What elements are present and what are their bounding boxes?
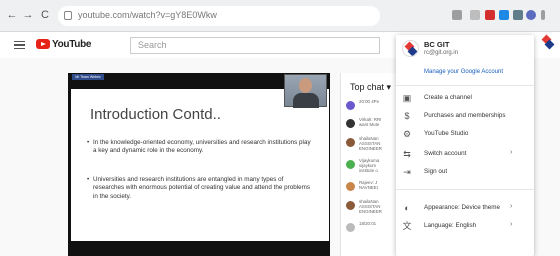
menu-item-label: Purchases and memberships bbox=[424, 112, 506, 119]
slide-tag: Mr Team Webex bbox=[72, 74, 104, 80]
menu-divider bbox=[396, 189, 534, 190]
menu-item-label: Language: English bbox=[424, 222, 477, 229]
menu-divider bbox=[396, 85, 534, 86]
chat-text: 20:00 4Pe bbox=[359, 99, 380, 104]
youtube-logo-icon[interactable] bbox=[36, 39, 50, 49]
url-text: youtube.com/watch?v=gY8E0Wkw bbox=[78, 10, 217, 20]
avatar[interactable] bbox=[346, 138, 355, 147]
account-menu: BC GIT rc@git.org.in Manage your Google … bbox=[396, 35, 534, 256]
search-input[interactable]: Search bbox=[130, 37, 380, 54]
speaker-head bbox=[299, 78, 312, 93]
chat-title[interactable]: Top chat ▾ bbox=[350, 82, 391, 93]
menu-item-label: YouTube Studio bbox=[424, 130, 469, 137]
reload-icon[interactable]: C bbox=[39, 9, 51, 21]
lock-icon bbox=[64, 11, 72, 20]
browser-toolbar: ← → C youtube.com/watch?v=gY8E0Wkw bbox=[0, 0, 560, 32]
menu-item[interactable]: ▣ Create a channel bbox=[396, 91, 534, 107]
avatar[interactable] bbox=[346, 201, 355, 210]
profile-icon[interactable] bbox=[526, 10, 536, 20]
menu-item-label: Appearance: Device theme bbox=[424, 204, 500, 211]
back-icon[interactable]: ← bbox=[6, 9, 18, 21]
account-name: BC GIT bbox=[424, 40, 450, 49]
menu-item[interactable]: ◐ Appearance: Device theme › bbox=[396, 201, 534, 217]
extension-icon[interactable] bbox=[452, 10, 462, 20]
menu-item-label: Sign out bbox=[424, 168, 448, 175]
extension-icon[interactable] bbox=[513, 10, 523, 20]
avatar[interactable] bbox=[346, 119, 355, 128]
sign-out-icon: ⇥ bbox=[403, 167, 411, 177]
extension-icon[interactable] bbox=[499, 10, 509, 20]
studio-gear-icon: ⚙ bbox=[402, 129, 412, 139]
menu-item-label: Switch account bbox=[424, 150, 467, 157]
avatar[interactable] bbox=[346, 101, 355, 110]
slide-bullet: Universities and research institutions a… bbox=[87, 176, 312, 201]
slide-bullet: In the knowledge-oriented economy, unive… bbox=[87, 139, 312, 156]
menu-item[interactable]: ⚙ YouTube Studio bbox=[396, 127, 534, 143]
chevron-right-icon: › bbox=[510, 149, 513, 156]
menu-icon[interactable] bbox=[14, 41, 25, 49]
menu-item[interactable]: ⇆ Switch account › bbox=[396, 147, 534, 163]
chat-text: 18/20:01 bbox=[359, 221, 377, 226]
speaker-thumbnail bbox=[284, 74, 327, 108]
menu-item[interactable]: $ Purchases and memberships bbox=[396, 109, 534, 125]
chat-text: ENGINEER bbox=[359, 209, 382, 214]
menu-item[interactable]: 文 Language: English › bbox=[396, 219, 534, 235]
language-icon: 文 bbox=[402, 221, 412, 231]
account-avatar bbox=[402, 40, 419, 57]
create-channel-icon: ▣ bbox=[402, 93, 412, 103]
forward-icon[interactable]: → bbox=[22, 9, 34, 21]
chat-text: institute o bbox=[359, 168, 378, 173]
chevron-right-icon: › bbox=[510, 203, 513, 210]
extension-icon[interactable] bbox=[470, 10, 480, 20]
chevron-down-icon[interactable]: ▾ bbox=[387, 82, 392, 92]
appearance-icon: ◐ bbox=[404, 203, 410, 213]
chevron-right-icon: › bbox=[510, 221, 513, 228]
avatar[interactable] bbox=[346, 223, 355, 232]
chat-text: ENGINEER bbox=[359, 146, 382, 151]
search-placeholder: Search bbox=[138, 40, 167, 50]
chat-title-label: Top chat bbox=[350, 82, 385, 92]
slide-title: Introduction Contd.. bbox=[90, 106, 221, 123]
extension-icon[interactable] bbox=[485, 10, 495, 20]
youtube-logo-text[interactable]: YouTube bbox=[52, 39, 92, 50]
org-logo-icon bbox=[541, 34, 555, 50]
account-email: rc@git.org.in bbox=[424, 50, 459, 56]
address-bar[interactable]: youtube.com/watch?v=gY8E0Wkw bbox=[58, 6, 380, 26]
chat-text: NAVNEEI bbox=[359, 185, 378, 190]
org-logo-icon bbox=[404, 41, 418, 56]
purchases-icon: $ bbox=[404, 111, 410, 121]
chat-text: want Mute bbox=[359, 122, 380, 127]
avatar[interactable] bbox=[346, 160, 355, 169]
menu-item[interactable]: ⇥ Sign out bbox=[396, 165, 534, 181]
kebab-menu-icon[interactable] bbox=[541, 10, 545, 20]
speaker-body bbox=[293, 93, 319, 108]
switch-account-icon: ⇆ bbox=[403, 149, 411, 159]
presentation-slide: Introduction Contd.. In the knowledge-or… bbox=[71, 89, 329, 241]
avatar[interactable] bbox=[346, 182, 355, 191]
manage-account-link[interactable]: Manage your Google Account bbox=[424, 69, 503, 75]
menu-item-label: Create a channel bbox=[424, 94, 472, 101]
